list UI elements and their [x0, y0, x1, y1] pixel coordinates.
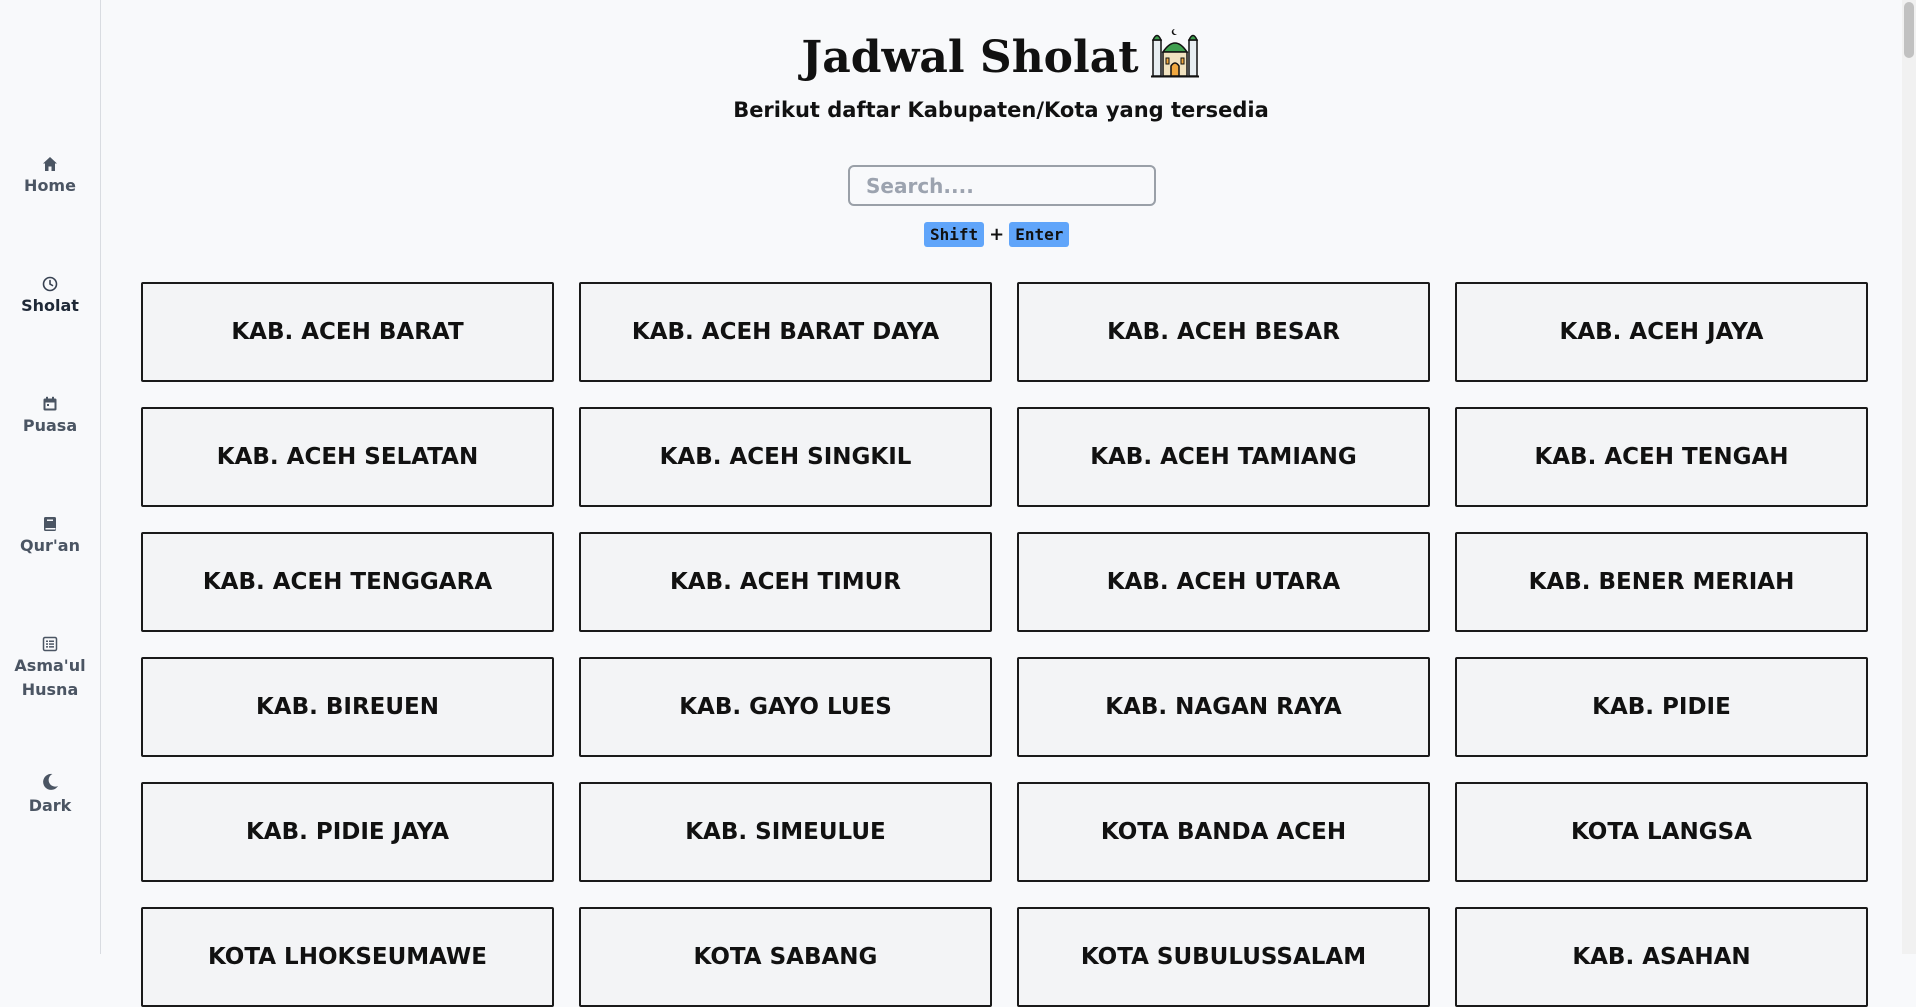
main-content: Jadwal Sholat Berikut daftar Kabupaten/K… — [101, 0, 1901, 1007]
region-card[interactable]: KAB. BIREUEN — [141, 657, 554, 757]
keyboard-shortcut-hint: Shift + Enter — [924, 222, 1070, 247]
sidebar-item-puasa[interactable]: Puasa — [0, 396, 100, 438]
region-card[interactable]: KAB. ASAHAN — [1455, 907, 1868, 1007]
clock-icon — [42, 276, 58, 292]
page-subtitle: Berikut daftar Kabupaten/Kota yang terse… — [733, 98, 1269, 122]
shift-key: Shift — [924, 222, 985, 247]
sidebar-item-label: Puasa — [22, 416, 78, 435]
region-card[interactable]: KAB. BENER MERIAH — [1455, 532, 1868, 632]
region-card[interactable]: KAB. ACEH UTARA — [1017, 532, 1430, 632]
region-card[interactable]: KAB. SIMEULUE — [579, 782, 992, 882]
region-card[interactable]: KAB. ACEH BARAT DAYA — [579, 282, 992, 382]
page-scrollbar[interactable] — [1902, 0, 1916, 954]
sidebar-item-label: Sholat — [21, 296, 79, 315]
region-card[interactable]: KAB. PIDIE — [1455, 657, 1868, 757]
sidebar-item-label: Dark — [28, 796, 72, 815]
region-card[interactable]: KOTA SUBULUSSALAM — [1017, 907, 1430, 1007]
calendar-icon — [43, 396, 57, 411]
region-card[interactable]: KOTA SABANG — [579, 907, 992, 1007]
page-title-text: Jadwal Sholat — [801, 32, 1139, 83]
region-card[interactable]: KOTA LHOKSEUMAWE — [141, 907, 554, 1007]
list-icon — [42, 636, 58, 652]
sidebar-item-sholat[interactable]: Sholat — [0, 276, 100, 318]
sidebar-item-label: Qur'an — [20, 536, 80, 555]
moon-icon — [43, 773, 58, 790]
region-card[interactable]: KOTA LANGSA — [1455, 782, 1868, 882]
region-card[interactable]: KAB. ACEH JAYA — [1455, 282, 1868, 382]
region-card[interactable]: KAB. NAGAN RAYA — [1017, 657, 1430, 757]
book-icon — [44, 517, 56, 531]
search-input[interactable] — [848, 165, 1156, 206]
region-card[interactable]: KAB. ACEH TAMIANG — [1017, 407, 1430, 507]
region-card[interactable]: KAB. ACEH TENGGARA — [141, 532, 554, 632]
home-icon — [43, 157, 57, 171]
page-title: Jadwal Sholat — [101, 28, 1901, 88]
region-card[interactable]: KAB. ACEH SINGKIL — [579, 407, 992, 507]
region-card[interactable]: KAB. ACEH TIMUR — [579, 532, 992, 632]
sidebar-item-home[interactable]: Home — [0, 156, 100, 198]
sidebar-item-label: Home — [24, 176, 76, 195]
region-card[interactable]: KAB. GAYO LUES — [579, 657, 992, 757]
region-card[interactable]: KAB. ACEH BESAR — [1017, 282, 1430, 382]
plus-sign: + — [989, 224, 1005, 245]
dark-mode-toggle[interactable]: Dark — [0, 772, 100, 818]
region-card[interactable]: KAB. ACEH SELATAN — [141, 407, 554, 507]
sidebar-item-quran[interactable]: Qur'an — [0, 516, 100, 558]
sidebar: Home Sholat Puasa Qur'an Asma'ul Husna D… — [0, 0, 101, 954]
enter-key: Enter — [1009, 222, 1070, 247]
scrollbar-thumb[interactable] — [1904, 2, 1914, 58]
region-grid: KAB. ACEH BARAT KAB. ACEH BARAT DAYA KAB… — [141, 282, 1868, 1007]
region-card[interactable]: KAB. PIDIE JAYA — [141, 782, 554, 882]
region-card[interactable]: KAB. ACEH TENGAH — [1455, 407, 1868, 507]
sidebar-item-label: Asma'ul Husna — [14, 656, 86, 699]
region-card[interactable]: KOTA BANDA ACEH — [1017, 782, 1430, 882]
sidebar-item-asmaul-husna[interactable]: Asma'ul Husna — [0, 636, 100, 702]
region-card[interactable]: KAB. ACEH BARAT — [141, 282, 554, 382]
mosque-icon — [1150, 28, 1199, 78]
